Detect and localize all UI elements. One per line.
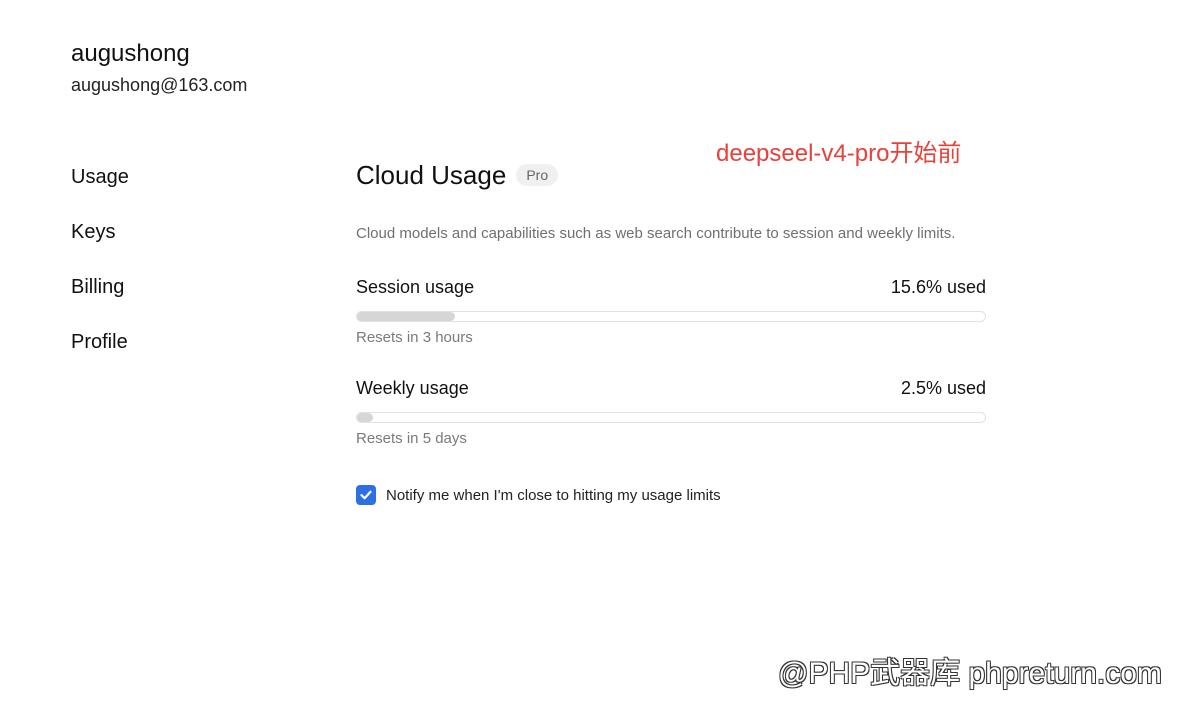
weekly-usage-label: Weekly usage <box>356 377 469 398</box>
session-usage-label: Session usage <box>356 276 475 297</box>
usage-description: Cloud models and capabilities such as we… <box>356 225 956 242</box>
settings-page: augushong augushong@163.com Usage Keys B… <box>0 0 1199 707</box>
session-usage-header: Session usage 15.6% used <box>356 275 986 299</box>
sidebar-item-usage[interactable]: Usage <box>71 164 271 191</box>
user-name: augushong <box>71 40 190 67</box>
session-reset-text: Resets in 3 hours <box>356 329 473 346</box>
sidebar-item-billing[interactable]: Billing <box>71 274 271 301</box>
sidebar-item-profile[interactable]: Profile <box>71 329 271 356</box>
cloud-usage-section: Cloud Usage Pro Cloud models and capabil… <box>356 160 986 505</box>
notify-row: Notify me when I'm close to hitting my u… <box>356 485 986 505</box>
session-usage-value: 15.6% used <box>890 276 986 297</box>
sidebar-nav: Usage Keys Billing Profile <box>71 164 271 384</box>
title-row: Cloud Usage Pro <box>356 160 986 190</box>
page-title: Cloud Usage <box>356 159 507 190</box>
notify-checkbox[interactable] <box>356 485 376 505</box>
watermark-text: @PHP武器库 phpreturn.com <box>778 657 1162 690</box>
weekly-usage-value: 2.5% used <box>900 377 986 398</box>
session-usage-bar <box>356 311 986 322</box>
notify-label[interactable]: Notify me when I'm close to hitting my u… <box>386 487 721 504</box>
user-email: augushong@163.com <box>71 75 248 95</box>
weekly-reset-text: Resets in 5 days <box>356 430 467 447</box>
weekly-usage-header: Weekly usage 2.5% used <box>356 376 986 400</box>
weekly-usage-block: Weekly usage 2.5% used Resets in 5 days <box>356 376 986 447</box>
weekly-usage-bar-fill <box>357 413 373 422</box>
sidebar-item-keys[interactable]: Keys <box>71 219 271 246</box>
plan-badge: Pro <box>516 164 559 186</box>
checkmark-icon <box>360 490 372 500</box>
session-usage-block: Session usage 15.6% used Resets in 3 hou… <box>356 275 986 346</box>
session-usage-bar-fill <box>357 312 455 321</box>
weekly-usage-bar <box>356 412 986 423</box>
